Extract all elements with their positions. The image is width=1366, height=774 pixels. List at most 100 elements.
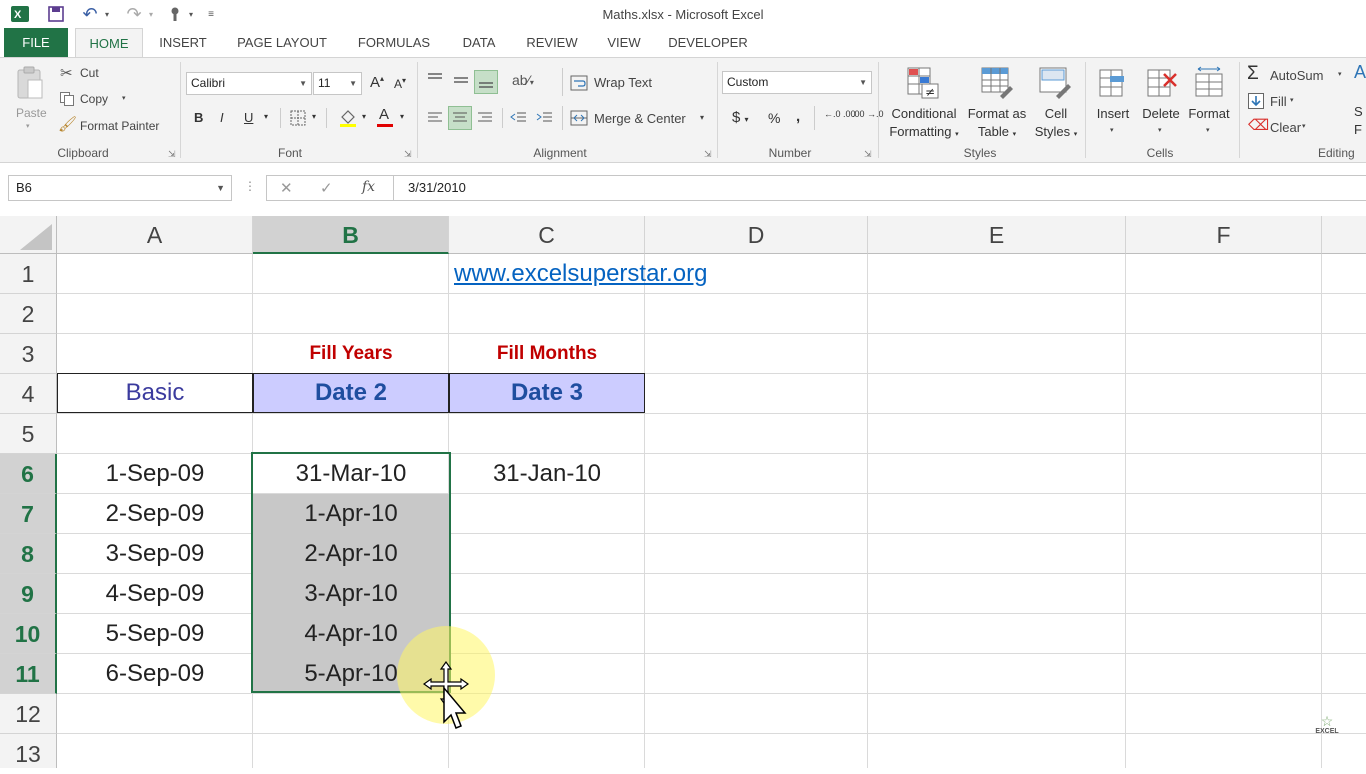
currency-button[interactable]: $ ▾: [732, 109, 749, 126]
cell-a6[interactable]: 1-Sep-09: [57, 454, 253, 494]
tab-view[interactable]: VIEW: [596, 28, 652, 57]
fill-color-dropdown-icon[interactable]: ▾: [362, 112, 366, 121]
clear-button[interactable]: ⌫ Clear ▾: [1246, 116, 1316, 138]
row-header-8[interactable]: 8: [0, 534, 57, 574]
borders-dropdown-icon[interactable]: ▾: [312, 112, 316, 121]
borders-button[interactable]: [290, 110, 306, 129]
tab-file[interactable]: FILE: [4, 28, 68, 57]
cell-a11[interactable]: 6-Sep-09: [57, 654, 253, 694]
cell-a7[interactable]: 2-Sep-09: [57, 494, 253, 534]
font-color-button[interactable]: A: [376, 106, 396, 130]
tab-page-layout[interactable]: PAGE LAYOUT: [226, 28, 338, 57]
column-header-b[interactable]: B: [253, 216, 449, 254]
percent-button[interactable]: %: [768, 110, 780, 126]
number-format-select[interactable]: Custom ▼: [722, 71, 872, 94]
website-link[interactable]: www.excelsuperstar.org: [449, 254, 759, 294]
copy-button[interactable]: Copy ▾: [58, 90, 138, 110]
increase-indent-button[interactable]: [536, 110, 554, 129]
select-all-button[interactable]: [0, 216, 57, 254]
row-header-2[interactable]: 2: [0, 294, 57, 334]
align-top-icon: [428, 73, 442, 79]
merge-center-button[interactable]: Merge & Center ▾: [570, 108, 712, 130]
cut-button[interactable]: ✂ Cut: [58, 64, 118, 84]
conditional-formatting-button[interactable]: ≠ Conditional Formatting ▾: [884, 64, 964, 142]
underline-dropdown-icon[interactable]: ▾: [264, 112, 268, 121]
decrease-decimal-button[interactable]: .00 →.0: [852, 110, 884, 119]
cell-a10[interactable]: 5-Sep-09: [57, 614, 253, 654]
cell-c6[interactable]: 31-Jan-10: [449, 454, 645, 494]
column-header-c[interactable]: C: [449, 216, 645, 254]
separator: [878, 62, 879, 158]
alignment-launcher-icon[interactable]: ⇲: [704, 149, 712, 160]
formula-input[interactable]: 3/31/2010: [393, 175, 1366, 201]
tab-insert[interactable]: INSERT: [152, 28, 214, 57]
tab-developer[interactable]: DEVELOPER: [662, 28, 754, 57]
wrap-text-button[interactable]: Wrap Text: [570, 74, 680, 94]
column-header-d[interactable]: D: [645, 216, 868, 254]
more-options-icon[interactable]: ⋮: [244, 179, 256, 193]
row-header-1[interactable]: 1: [0, 254, 57, 294]
cell-styles-label-2-text: Styles: [1034, 124, 1071, 139]
column-header-e[interactable]: E: [868, 216, 1126, 254]
number-launcher-icon[interactable]: ⇲: [864, 149, 872, 160]
row-header-6[interactable]: 6: [0, 454, 57, 494]
fill-color-button[interactable]: [338, 108, 358, 131]
cell-a8[interactable]: 3-Sep-09: [57, 534, 253, 574]
column-header-next[interactable]: [1322, 216, 1366, 254]
paste-button[interactable]: Paste ▾: [10, 66, 50, 130]
sort-filter-button[interactable]: A S F: [1352, 62, 1366, 146]
align-left-button[interactable]: [426, 110, 444, 129]
align-center-button[interactable]: [448, 106, 472, 130]
cell-styles-button[interactable]: Cell Styles ▾: [1030, 64, 1082, 142]
row-header-13[interactable]: 13: [0, 734, 57, 768]
format-as-table-button[interactable]: Format as Table ▾: [966, 64, 1028, 142]
enter-button[interactable]: ✓: [320, 179, 333, 197]
font-color-dropdown-icon[interactable]: ▾: [400, 112, 404, 121]
column-header-f[interactable]: F: [1126, 216, 1322, 254]
comma-button[interactable]: ,: [796, 108, 800, 125]
tab-home[interactable]: HOME: [75, 28, 143, 58]
row-header-7[interactable]: 7: [0, 494, 57, 534]
orientation-button[interactable]: ab⁄▾: [512, 72, 534, 88]
chevron-down-icon[interactable]: ▼: [216, 176, 225, 200]
row-header-5[interactable]: 5: [0, 414, 57, 454]
clipboard-launcher-icon[interactable]: ⇲: [168, 149, 176, 160]
row-header-10[interactable]: 10: [0, 614, 57, 654]
font-size-select[interactable]: 11 ▼: [313, 72, 362, 95]
grow-font-button[interactable]: A▴: [370, 74, 384, 91]
number-group-label: Number: [768, 146, 812, 160]
shrink-font-button[interactable]: A▾: [394, 76, 406, 91]
row-header-9[interactable]: 9: [0, 574, 57, 614]
copy-label: Copy: [80, 92, 109, 106]
row-header-11[interactable]: 11: [0, 654, 57, 694]
format-painter-button[interactable]: 🖌 Format Painter: [58, 116, 174, 136]
delete-cells-button[interactable]: Delete ▾: [1138, 64, 1184, 142]
autosum-button[interactable]: Σ AutoSum ▾: [1246, 63, 1346, 86]
align-bottom-button[interactable]: [474, 70, 498, 94]
tab-review[interactable]: REVIEW: [518, 28, 586, 57]
column-header-a[interactable]: A: [57, 216, 253, 254]
increase-decimal-button[interactable]: ←.0 .00: [824, 110, 856, 119]
tab-formulas[interactable]: FORMULAS: [348, 28, 440, 57]
cell-a9[interactable]: 4-Sep-09: [57, 574, 253, 614]
align-middle-button[interactable]: [452, 72, 470, 91]
format-cells-button[interactable]: Format ▾: [1186, 64, 1232, 142]
underline-button[interactable]: U: [244, 110, 253, 125]
align-top-button[interactable]: [426, 72, 444, 91]
row-header-12[interactable]: 12: [0, 694, 57, 734]
bold-button[interactable]: B: [194, 110, 203, 125]
align-right-button[interactable]: [476, 110, 494, 129]
insert-function-button[interactable]: fx: [362, 179, 375, 195]
decrease-indent-button[interactable]: [510, 110, 528, 129]
cancel-button[interactable]: ✕: [280, 179, 293, 197]
name-box[interactable]: B6 ▼: [8, 175, 232, 201]
font-launcher-icon[interactable]: ⇲: [404, 149, 412, 160]
row-header-4[interactable]: 4: [0, 374, 57, 414]
row-header-3[interactable]: 3: [0, 334, 57, 374]
fill-button[interactable]: Fill ▾: [1246, 90, 1316, 112]
insert-cells-button[interactable]: Insert ▾: [1090, 64, 1136, 142]
fill-down-icon: [1248, 93, 1264, 109]
font-name-select[interactable]: Calibri ▼: [186, 72, 312, 95]
tab-data[interactable]: DATA: [450, 28, 508, 57]
italic-button[interactable]: I: [220, 110, 224, 125]
